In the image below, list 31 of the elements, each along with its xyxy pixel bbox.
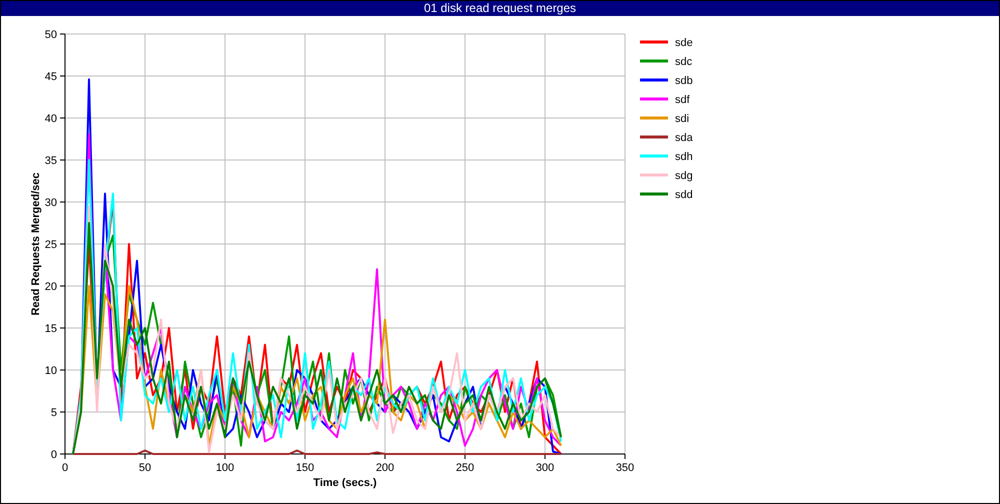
y-axis-title: Read Requests Merged/sec xyxy=(30,172,42,316)
legend-label: sdd xyxy=(675,189,693,201)
legend-label: sda xyxy=(675,132,693,144)
window-title: 01 disk read request merges xyxy=(1,1,999,16)
x-tick-label: 50 xyxy=(138,462,152,474)
y-tick-label: 30 xyxy=(44,197,57,209)
legend-label: sdi xyxy=(675,113,690,125)
x-axis-title: Time (secs.) xyxy=(313,477,377,489)
x-tick-label: 200 xyxy=(376,462,394,474)
legend-label: sdh xyxy=(675,151,693,163)
legend-label: sdf xyxy=(675,94,690,106)
y-tick-label: 45 xyxy=(44,71,57,83)
y-tick-label: 20 xyxy=(44,281,57,293)
legend-label: sdg xyxy=(675,170,693,182)
y-tick-label: 40 xyxy=(44,113,57,125)
y-tick-label: 35 xyxy=(44,155,57,167)
legend-label: sdc xyxy=(675,56,692,68)
y-tick-label: 15 xyxy=(44,323,57,335)
y-tick-label: 25 xyxy=(44,239,57,251)
x-tick-label: 0 xyxy=(62,462,68,474)
legend-label: sde xyxy=(675,37,693,49)
y-tick-label: 5 xyxy=(50,407,57,419)
y-tick-label: 50 xyxy=(44,29,57,41)
x-tick-label: 350 xyxy=(616,462,634,474)
x-tick-label: 300 xyxy=(536,462,554,474)
legend-label: sdb xyxy=(675,75,693,87)
x-tick-label: 150 xyxy=(296,462,314,474)
x-tick-label: 250 xyxy=(456,462,474,474)
y-tick-label: 0 xyxy=(50,449,57,461)
y-tick-label: 10 xyxy=(44,365,57,377)
x-tick-label: 100 xyxy=(216,462,234,474)
